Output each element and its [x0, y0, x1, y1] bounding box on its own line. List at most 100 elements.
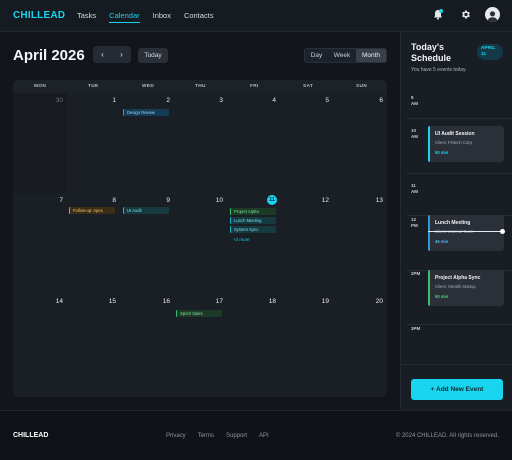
event-title: Project Alpha Sync: [435, 275, 481, 281]
schedule-footer: + Add New Event: [401, 364, 512, 410]
next-month-button[interactable]: ›: [112, 46, 131, 63]
footer-logo: CHILLEAD: [13, 432, 49, 439]
nav-contacts[interactable]: Contacts: [184, 11, 214, 23]
day-cell[interactable]: 12: [280, 193, 333, 294]
day-cell[interactable]: 3: [174, 93, 227, 193]
day-cell[interactable]: 16: [120, 294, 174, 397]
date-badge: APRIL 11: [477, 44, 503, 60]
bell-icon[interactable]: [431, 8, 445, 22]
today-marker: 11: [267, 195, 277, 205]
weekday-label: TUE: [88, 84, 99, 89]
day-cell[interactable]: 8 Follow-up: Apex: [67, 193, 120, 294]
event-title: Lunch Meeting: [435, 220, 471, 226]
day-number: 4: [272, 97, 276, 104]
day-number: 5: [325, 97, 329, 104]
day-cell[interactable]: 17 Sprint Sales: [174, 294, 227, 397]
day-number: 16: [162, 298, 170, 305]
day-number: 6: [379, 97, 383, 104]
day-cell[interactable]: 30: [13, 93, 67, 193]
day-cell[interactable]: 14: [13, 294, 67, 397]
day-number: 15: [108, 298, 116, 305]
schedule-event-card[interactable]: UI Audit Session Client: Fintech Corp 90…: [428, 126, 504, 162]
nav-calendar[interactable]: Calendar: [109, 11, 140, 23]
weekday-label: FRI: [250, 84, 259, 89]
footer-link-terms[interactable]: Terms: [198, 433, 214, 439]
event-client: Client: Fintech Corp: [435, 140, 473, 145]
nav-inbox[interactable]: Inbox: [153, 11, 171, 23]
event-color-bar: [428, 270, 430, 306]
day-number: 3: [219, 97, 223, 104]
day-number: 17: [215, 298, 223, 305]
month-navigation: ‹ ›: [93, 46, 131, 63]
day-cell[interactable]: 2 Design Review: [120, 93, 174, 193]
day-cell[interactable]: 7: [13, 193, 67, 294]
footer-link-support[interactable]: Support: [226, 433, 247, 439]
weekday-label: MON: [34, 84, 47, 89]
day-number: 2: [166, 97, 170, 104]
main-nav: Tasks Calendar Inbox Contacts: [77, 11, 227, 23]
day-cell[interactable]: 18: [227, 294, 280, 397]
view-day-button[interactable]: Day: [305, 49, 328, 62]
schedule-event-card[interactable]: Lunch Meeting Client: Internal Team 45 m…: [428, 215, 504, 251]
day-number: 7: [59, 197, 63, 204]
gear-icon[interactable]: [458, 8, 472, 22]
event-duration: 45 min: [435, 239, 449, 244]
hour-divider: [407, 118, 512, 119]
day-cell[interactable]: 13: [333, 193, 387, 294]
notification-dot: [439, 8, 443, 13]
day-cell[interactable]: 10: [174, 193, 227, 294]
more-events-link[interactable]: +2 more: [233, 237, 250, 242]
view-switcher: Day Week Month: [304, 48, 387, 63]
calendar-event[interactable]: Project Alpha: [230, 208, 276, 215]
hour-label: 12 PM: [411, 217, 418, 228]
hour-divider: [407, 173, 512, 174]
day-number: 8: [112, 197, 116, 204]
page-footer: CHILLEAD Privacy Terms Support API © 202…: [0, 410, 512, 460]
avatar[interactable]: [485, 7, 500, 22]
event-title: UI Audit Session: [435, 131, 475, 137]
day-cell[interactable]: 5: [280, 93, 333, 193]
event-color-bar: [428, 215, 430, 251]
day-cell[interactable]: 6: [333, 93, 387, 193]
day-number: 9: [166, 197, 170, 204]
today-button[interactable]: Today: [138, 48, 168, 63]
hour-label: 3PM: [411, 326, 421, 331]
hour-label: 2PM: [411, 271, 421, 276]
calendar-event[interactable]: System Sync: [230, 226, 276, 233]
nav-tasks[interactable]: Tasks: [77, 11, 96, 23]
footer-link-api[interactable]: API: [259, 433, 269, 439]
todays-schedule-panel: Today's Schedule APRIL 11 You have 5 even…: [400, 32, 512, 410]
schedule-subtitle: You have 5 events today.: [411, 67, 467, 73]
calendar-event[interactable]: Lunch Meeting: [230, 217, 276, 224]
current-time-dot: [500, 229, 505, 234]
weekday-label: WED: [142, 84, 155, 89]
prev-month-button[interactable]: ‹: [93, 46, 112, 63]
view-month-button[interactable]: Month: [356, 49, 386, 62]
brand-logo[interactable]: CHILLEAD: [13, 10, 65, 21]
schedule-title: Today's Schedule: [411, 42, 452, 63]
day-cell[interactable]: 15: [67, 294, 120, 397]
footer-links: Privacy Terms Support API: [166, 433, 281, 439]
day-number: 13: [375, 197, 383, 204]
view-week-button[interactable]: Week: [328, 49, 356, 62]
current-time-line: [428, 231, 504, 232]
hour-label: 9 AM: [411, 95, 418, 106]
add-new-event-button[interactable]: + Add New Event: [411, 379, 503, 400]
day-cell[interactable]: 19: [280, 294, 333, 397]
calendar-event[interactable]: Follow-up: Apex: [69, 207, 115, 214]
day-cell[interactable]: 4: [227, 93, 280, 193]
day-number: 19: [321, 298, 329, 305]
day-cell[interactable]: 9 UI Audit: [120, 193, 174, 294]
day-cell[interactable]: 20: [333, 294, 387, 397]
hour-divider: [407, 324, 512, 325]
calendar-event[interactable]: Design Review: [123, 109, 169, 116]
day-cell[interactable]: 1: [67, 93, 120, 193]
day-cell-today[interactable]: 11 Project Alpha Lunch Meeting System Sy…: [227, 193, 280, 294]
footer-link-privacy[interactable]: Privacy: [166, 433, 186, 439]
calendar-event[interactable]: Sprint Sales: [176, 310, 222, 317]
schedule-event-card[interactable]: Project Alpha Sync Client: Stealth Start…: [428, 270, 504, 306]
top-navbar: CHILLEAD Tasks Calendar Inbox Contacts: [0, 0, 512, 32]
calendar-event[interactable]: UI Audit: [123, 207, 169, 214]
calendar-title: April 2026: [13, 47, 85, 64]
event-duration: 90 min: [435, 294, 449, 299]
